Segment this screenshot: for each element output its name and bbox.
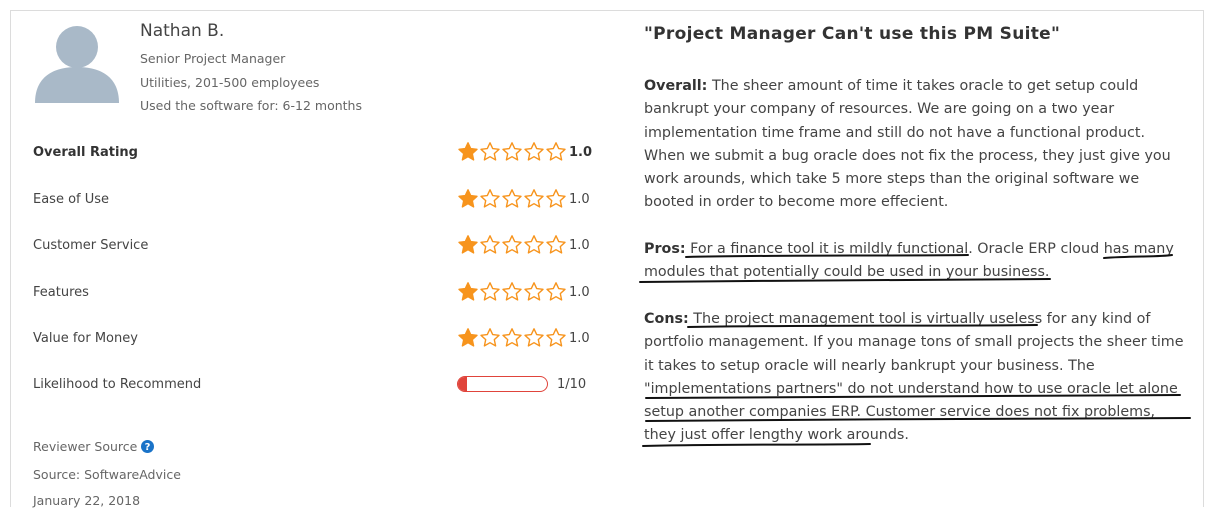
- star-rating: [457, 281, 567, 303]
- star-outline-icon: [524, 142, 544, 161]
- rating-label: Features: [33, 285, 89, 300]
- rating-label: Overall Rating: [33, 145, 138, 160]
- rating-value: 1.0: [569, 331, 590, 346]
- pros-text-highlight-1: For a finance tool it is mildly function…: [690, 241, 969, 257]
- star-filled-icon: [458, 235, 478, 254]
- rating-value: 1.0: [569, 238, 590, 253]
- rating-label: Likelihood to Recommend: [33, 377, 202, 392]
- star-rating: [457, 188, 567, 210]
- review-overall: Overall: The sheer amount of time it tak…: [644, 75, 1189, 215]
- source-text: Source: SoftwareAdvice: [33, 467, 181, 482]
- review-card: Nathan B. Senior Project Manager Utiliti…: [10, 10, 1204, 508]
- rating-row-customer-service: Customer Service 1.0: [33, 234, 593, 258]
- star-outline-icon: [480, 235, 500, 254]
- star-rating: [457, 141, 567, 163]
- rating-row-features: Features 1.0: [33, 281, 593, 305]
- review-pros: Pros: For a finance tool it is mildly fu…: [644, 238, 1189, 285]
- star-filled-icon: [458, 282, 478, 301]
- cons-text-highlight-2: implementations partners" do not underst…: [644, 380, 1178, 444]
- star-outline-icon: [524, 235, 544, 254]
- rating-label: Ease of Use: [33, 192, 110, 207]
- star-outline-icon: [524, 282, 544, 301]
- star-outline-icon: [546, 189, 566, 208]
- star-outline-icon: [502, 282, 522, 301]
- overall-label: Overall:: [644, 78, 708, 94]
- rating-label: Customer Service: [33, 238, 149, 253]
- cons-label: Cons:: [644, 311, 689, 327]
- star-outline-icon: [524, 328, 544, 347]
- pros-label: Pros:: [644, 241, 686, 257]
- reviewer-source-label: Reviewer Source: [33, 439, 138, 454]
- rating-row-value-for-money: Value for Money 1.0: [33, 327, 593, 351]
- star-outline-icon: [480, 328, 500, 347]
- rating-row-ease-of-use: Ease of Use 1.0: [33, 188, 593, 212]
- overall-text: The sheer amount of time it takes oracle…: [644, 78, 1171, 211]
- star-outline-icon: [502, 235, 522, 254]
- reviewer-company: Utilities, 201-500 employees: [140, 75, 320, 90]
- rating-row-recommend: Likelihood to Recommend 1/10: [33, 373, 593, 397]
- star-outline-icon: [502, 189, 522, 208]
- svg-text:?: ?: [145, 442, 151, 453]
- star-outline-icon: [546, 142, 566, 161]
- pros-text: . Oracle ERP cloud: [968, 241, 1104, 257]
- rating-label: Value for Money: [33, 331, 138, 346]
- star-filled-icon: [458, 328, 478, 347]
- recommend-progress-bar: [457, 376, 548, 392]
- star-outline-icon: [480, 282, 500, 301]
- review-date: January 22, 2018: [33, 493, 141, 508]
- cons-text-highlight-1: The project management tool is virtually…: [693, 311, 1043, 327]
- rating-value: 1.0: [569, 145, 593, 160]
- cons-text-end: .: [904, 427, 909, 444]
- rating-row-overall: Overall Rating 1.0: [33, 141, 593, 165]
- star-outline-icon: [546, 282, 566, 301]
- review-title: "Project Manager Can't use this PM Suite…: [644, 24, 1061, 44]
- star-outline-icon: [546, 328, 566, 347]
- star-outline-icon: [524, 189, 544, 208]
- rating-value: 1.0: [569, 192, 590, 207]
- rating-value: 1.0: [569, 285, 590, 300]
- star-rating: [457, 327, 567, 349]
- reviewer-source: Reviewer Source?: [33, 439, 155, 454]
- reviewer-name: Nathan B.: [140, 21, 225, 41]
- help-circle-icon[interactable]: ?: [141, 440, 155, 453]
- user-avatar-icon: [35, 26, 119, 103]
- star-filled-icon: [458, 142, 478, 161]
- pros-text-end: .: [1044, 264, 1050, 281]
- review-cons: Cons: The project management tool is vir…: [644, 308, 1189, 448]
- reviewer-usage: Used the software for: 6-12 months: [140, 98, 362, 113]
- star-outline-icon: [480, 189, 500, 208]
- reviewer-title: Senior Project Manager: [140, 51, 286, 66]
- recommend-value: 1/10: [557, 377, 587, 392]
- star-outline-icon: [480, 142, 500, 161]
- recommend-progress-fill: [458, 377, 467, 391]
- star-outline-icon: [546, 235, 566, 254]
- star-outline-icon: [502, 328, 522, 347]
- star-rating: [457, 234, 567, 256]
- star-filled-icon: [458, 189, 478, 208]
- star-outline-icon: [502, 142, 522, 161]
